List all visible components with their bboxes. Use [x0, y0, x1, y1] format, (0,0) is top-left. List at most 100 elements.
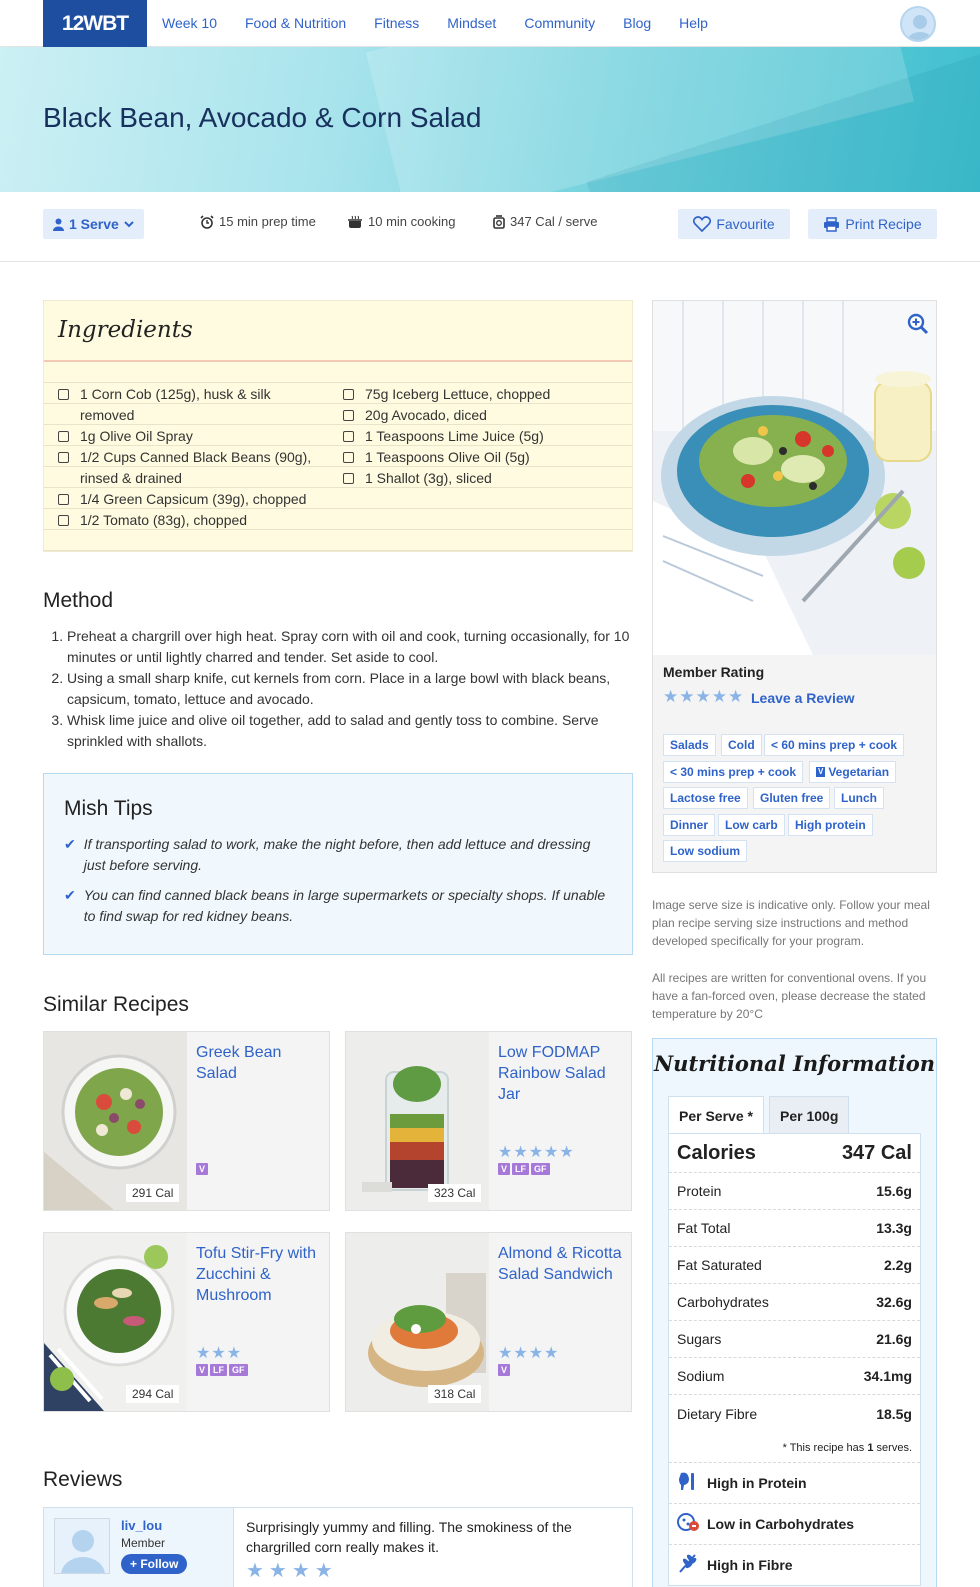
- highlight-label: High in Protein: [707, 1475, 807, 1491]
- ingredient-item[interactable]: 1 Teaspoons Olive Oil (5g): [343, 447, 613, 468]
- vegetarian-badge: V: [196, 1364, 209, 1376]
- tag-vegetarian[interactable]: V Vegetarian: [809, 761, 897, 783]
- recipe-name[interactable]: Almond & Ricotta Salad Sandwich: [498, 1243, 623, 1285]
- ingredient-item[interactable]: 1 Shallot (3g), sliced: [343, 468, 613, 489]
- ingredient-text: 1/4 Green Capsicum (39g), chopped: [80, 491, 307, 507]
- tag-high-protein[interactable]: High protein: [788, 814, 873, 836]
- reviewer-avatar[interactable]: [54, 1518, 110, 1574]
- star-rating: ★★★★: [498, 1345, 560, 1362]
- logo[interactable]: 12WBT: [43, 0, 147, 47]
- tag-lunch[interactable]: Lunch: [834, 787, 884, 809]
- user-icon: [53, 218, 64, 231]
- nav-blog[interactable]: Blog: [623, 0, 651, 47]
- nav-week[interactable]: Week 10: [162, 0, 217, 47]
- ingredients-panel: Ingredients 1 Corn Cob (125g), husk & si…: [43, 300, 633, 552]
- checkbox[interactable]: [343, 389, 354, 400]
- recipe-name[interactable]: Tofu Stir-Fry with Zucchini & Mushroom: [196, 1243, 321, 1306]
- print-recipe-button[interactable]: Print Recipe: [808, 209, 937, 239]
- vegetarian-badge: V: [498, 1163, 511, 1175]
- calorie-label: 323 Cal: [428, 1184, 482, 1202]
- tag-gluten-free[interactable]: Gluten free: [753, 787, 831, 809]
- tip-text: You can find canned black beans in large…: [83, 887, 606, 924]
- heart-icon: [693, 216, 712, 232]
- nutrient-label: Fat Total: [677, 1220, 731, 1236]
- tag-dinner[interactable]: Dinner: [663, 814, 716, 836]
- nav-fitness[interactable]: Fitness: [374, 0, 419, 47]
- fibre-wheat-icon: [677, 1553, 699, 1578]
- oven-note: All recipes are written for conventional…: [652, 971, 927, 1021]
- checkbox[interactable]: [343, 431, 354, 442]
- ingredient-item[interactable]: 1/2 Cups Canned Black Beans (90g), rinsed…: [58, 447, 328, 489]
- method-step: Using a small sharp knife, cut kernels f…: [67, 668, 631, 710]
- favourite-button[interactable]: Favourite: [678, 209, 790, 239]
- ingredient-text: 1 Teaspoons Olive Oil (5g): [365, 449, 530, 465]
- recipe-photo[interactable]: [653, 301, 936, 655]
- leave-review-link[interactable]: Leave a Review: [751, 690, 855, 706]
- nutrition-table: Calories 347 Cal Protein 15.6g Fat Total 13…: [668, 1133, 921, 1586]
- nutrient-value: 347 Cal: [841, 1141, 912, 1164]
- checkbox[interactable]: [58, 494, 69, 505]
- recipe-name[interactable]: Low FODMAP Rainbow Salad Jar: [498, 1042, 623, 1105]
- mish-tips-panel: Mish Tips ✔ If transporting salad to work…: [43, 773, 633, 955]
- ingredient-text: 1g Olive Oil Spray: [80, 428, 193, 444]
- nutrient-label: Dietary Fibre: [677, 1405, 758, 1422]
- tag-low-carb[interactable]: Low carb: [718, 814, 785, 836]
- ingredient-text: 75g Iceberg Lettuce, chopped: [365, 386, 551, 402]
- tab-per-100g[interactable]: Per 100g: [769, 1096, 850, 1134]
- recipe-card[interactable]: 291 Cal Greek Bean Salad V: [43, 1031, 330, 1211]
- calorie-label: 318 Cal: [428, 1385, 482, 1403]
- tag-cold[interactable]: Cold: [721, 734, 762, 756]
- checkbox[interactable]: [343, 452, 354, 463]
- method-step: Whisk lime juice and olive oil together,…: [67, 710, 631, 752]
- gluten-free-badge: GF: [229, 1364, 248, 1376]
- recipe-hero: Black Bean, Avocado & Corn Salad: [0, 47, 980, 192]
- ingredient-item[interactable]: 1/4 Green Capsicum (39g), chopped: [58, 489, 328, 510]
- recipe-name[interactable]: Greek Bean Salad: [196, 1042, 321, 1084]
- nutrient-value: 15.6g: [876, 1183, 912, 1199]
- nutrient-value: 13.3g: [876, 1220, 912, 1236]
- tag-under-60-mins[interactable]: < 60 mins prep + cook: [764, 734, 905, 756]
- checkbox[interactable]: [58, 389, 69, 400]
- highlight-label: Low in Carbohydrates: [707, 1516, 855, 1532]
- checkbox[interactable]: [58, 452, 69, 463]
- reviewer-name[interactable]: liv_lou: [121, 1518, 162, 1533]
- footnote-text: * This recipe has: [782, 1442, 868, 1454]
- serve-size-note: Image serve size is indicative only. Fol…: [652, 898, 930, 948]
- tip-text: If transporting salad to work, make the …: [83, 836, 591, 873]
- tag-low-sodium[interactable]: Low sodium: [663, 840, 747, 862]
- ingredient-item[interactable]: 1/2 Tomato (83g), chopped: [58, 510, 328, 531]
- recipe-card[interactable]: 318 Cal Almond & Ricotta Salad Sandwich …: [345, 1232, 632, 1412]
- checkbox[interactable]: [343, 410, 354, 421]
- ingredient-item[interactable]: 1 Teaspoons Lime Juice (5g): [343, 426, 613, 447]
- ingredients-title: Ingredients: [58, 317, 193, 343]
- ingredient-item[interactable]: 1 Corn Cob (125g), husk & silk removed: [58, 384, 328, 426]
- diet-badges: V LF GF: [498, 1163, 550, 1175]
- tag-salads[interactable]: Salads: [663, 734, 716, 756]
- nav-mindset[interactable]: Mindset: [447, 0, 496, 47]
- checkbox[interactable]: [58, 515, 69, 526]
- ingredient-item[interactable]: 1g Olive Oil Spray: [58, 426, 328, 447]
- user-avatar[interactable]: [900, 6, 936, 42]
- serves-dropdown[interactable]: 1 Serve: [43, 209, 144, 239]
- recipe-card[interactable]: 323 Cal Low FODMAP Rainbow Salad Jar ★★★…: [345, 1031, 632, 1211]
- recipe-card[interactable]: 294 Cal Tofu Stir-Fry with Zucchini & Mu…: [43, 1232, 330, 1412]
- zoom-in-icon[interactable]: [907, 313, 929, 335]
- ingredient-item[interactable]: 20g Avocado, diced: [343, 405, 613, 426]
- tag-lactose-free[interactable]: Lactose free: [663, 787, 748, 809]
- member-star-rating: ★★★★★: [663, 687, 745, 706]
- vegetarian-icon: V: [816, 767, 826, 777]
- calorie-label: 294 Cal: [126, 1385, 180, 1403]
- tab-per-serve[interactable]: Per Serve *: [668, 1096, 764, 1134]
- nav-community[interactable]: Community: [524, 0, 595, 47]
- ingredient-item[interactable]: 75g Iceberg Lettuce, chopped: [343, 384, 613, 405]
- nav-help[interactable]: Help: [679, 0, 708, 47]
- recipe-meta-bar: 1 Serve 15 min prep time 10 min cooking …: [0, 192, 980, 262]
- reviews-title: Reviews: [43, 1468, 123, 1491]
- checkbox[interactable]: [58, 431, 69, 442]
- nutrient-value: 21.6g: [876, 1331, 912, 1347]
- checkbox[interactable]: [343, 473, 354, 484]
- cooking-time: 10 min cooking: [347, 214, 455, 229]
- nav-food-nutrition[interactable]: Food & Nutrition: [245, 0, 346, 47]
- tag-under-30-mins[interactable]: < 30 mins prep + cook: [663, 761, 804, 783]
- follow-button[interactable]: + Follow: [121, 1554, 188, 1574]
